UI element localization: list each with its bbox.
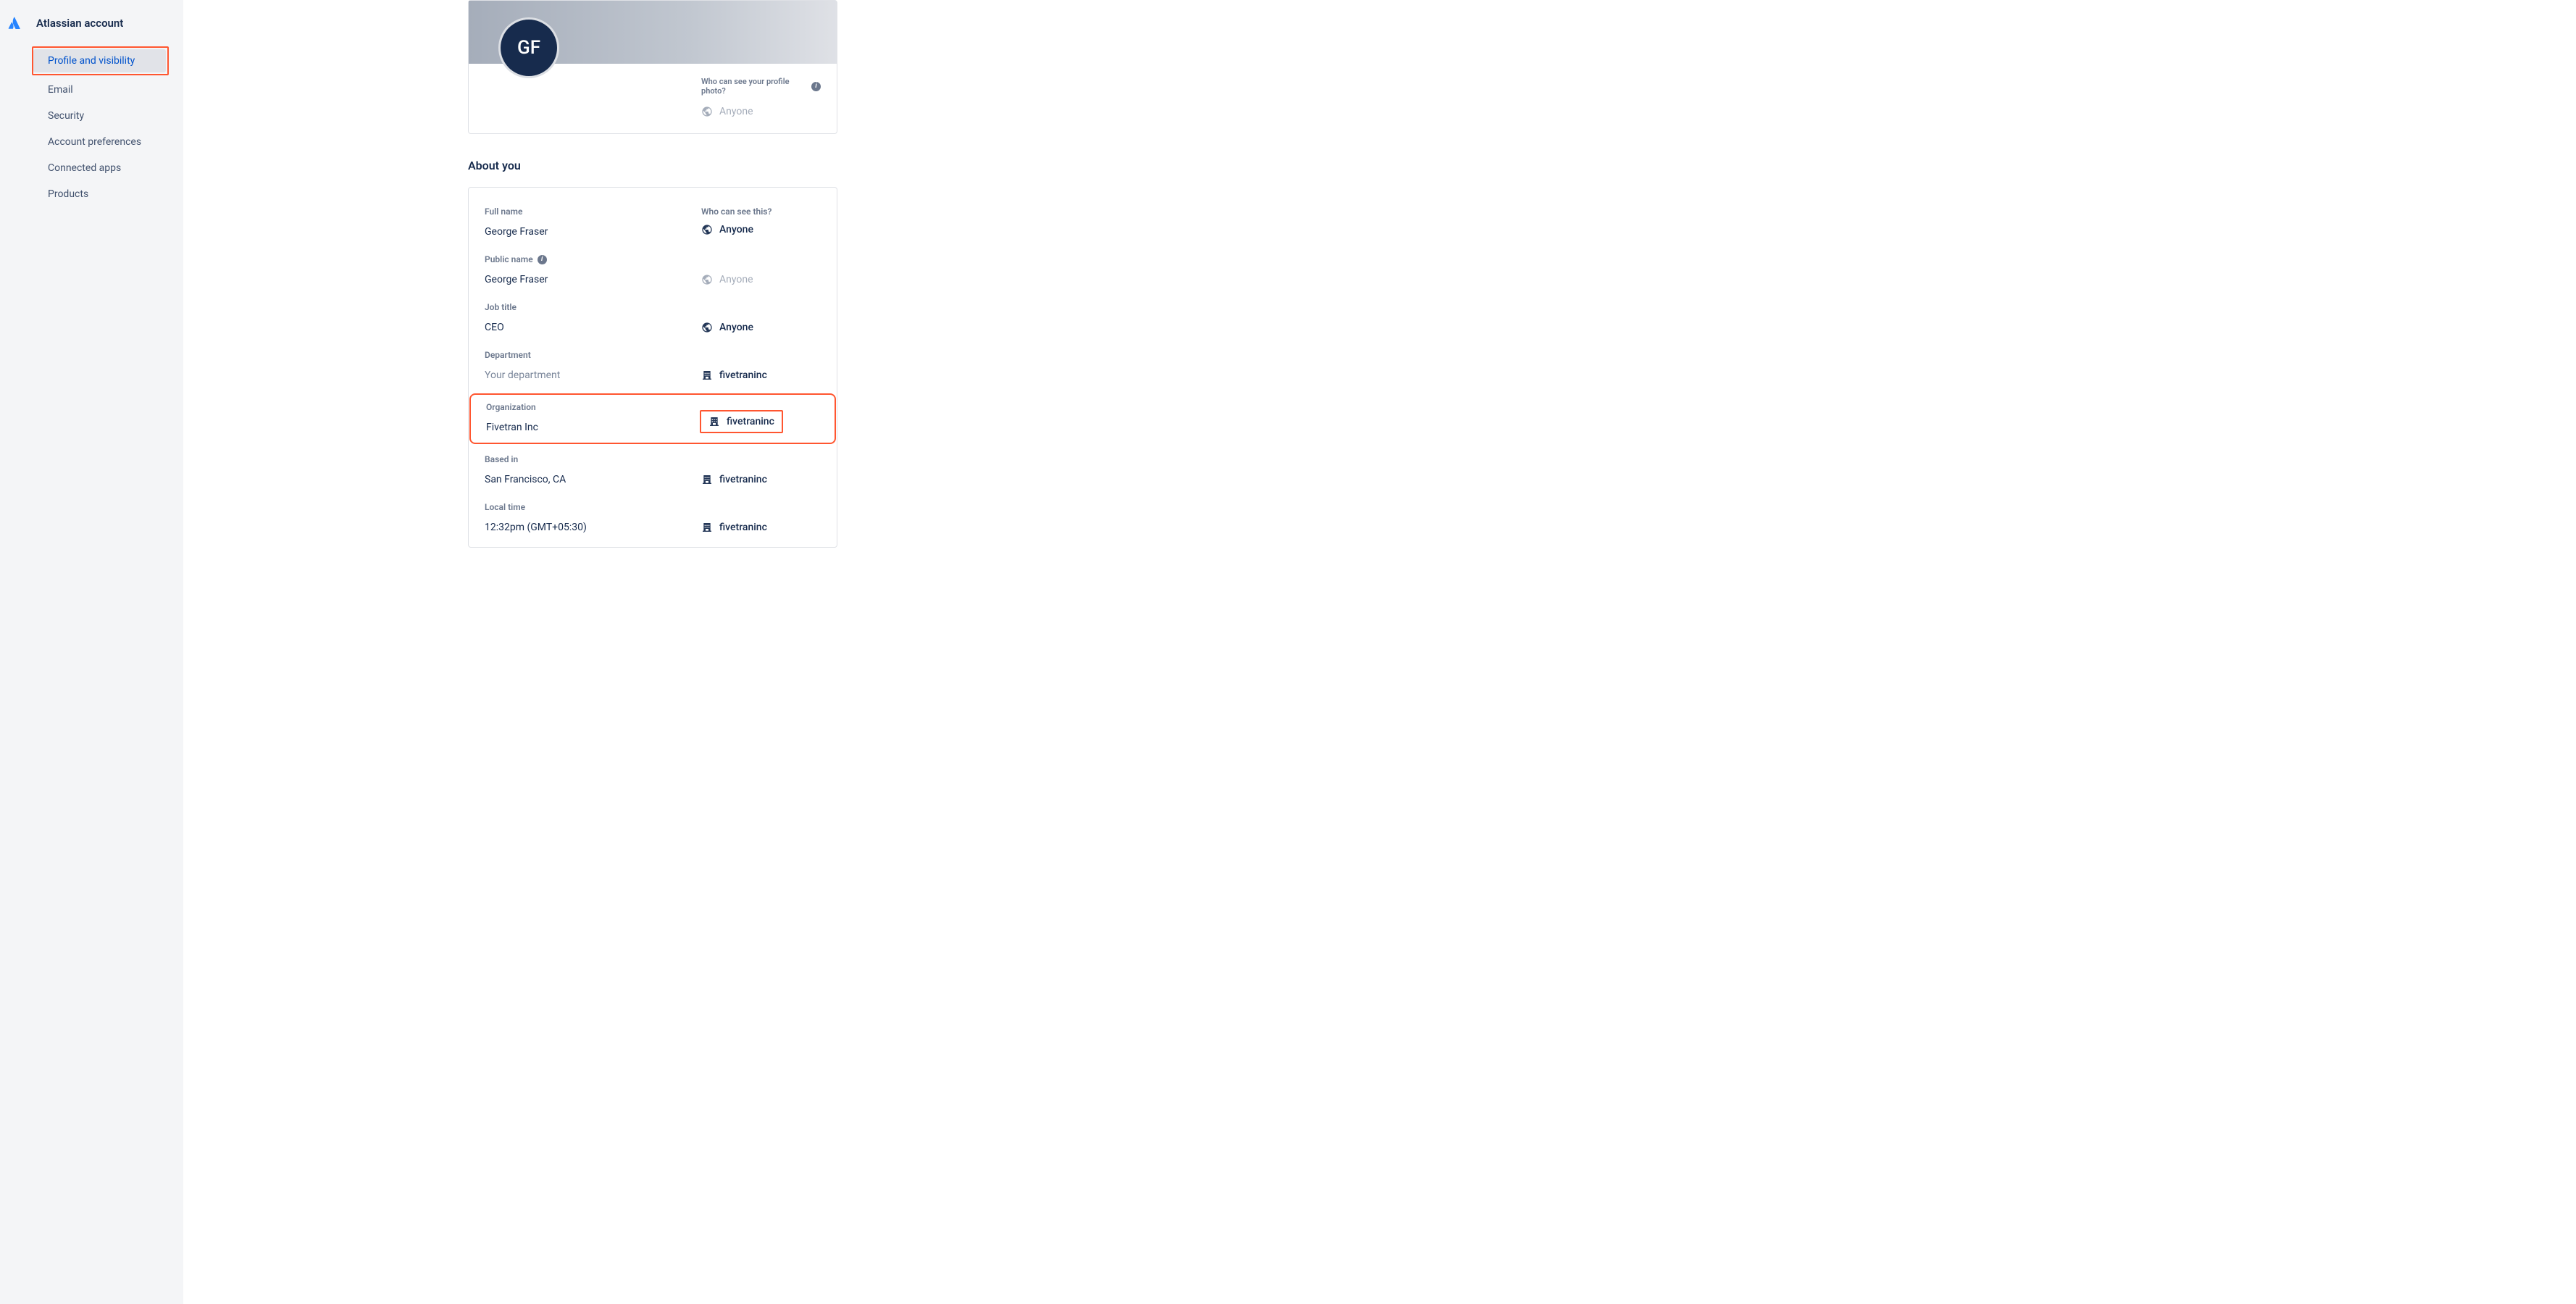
department-visibility[interactable]: fivetraninc xyxy=(701,369,767,381)
field-job-title: Job title CEO Anyone xyxy=(469,295,837,343)
main-content: GF Who can see your profile photo? i Any… xyxy=(183,0,2576,1304)
profile-header-background: GF xyxy=(469,1,837,64)
department-value[interactable]: Your department xyxy=(485,367,701,383)
profile-photo-card: GF Who can see your profile photo? i Any… xyxy=(468,0,837,134)
public-name-value[interactable]: George Fraser xyxy=(485,272,701,288)
local-time-label: Local time xyxy=(485,502,701,512)
full-name-visibility[interactable]: Anyone xyxy=(701,224,753,235)
based-in-value[interactable]: San Francisco, CA xyxy=(485,472,701,488)
field-full-name: Full name George Fraser Who can see this… xyxy=(469,199,837,247)
organization-visibility[interactable]: fivetraninc xyxy=(708,416,774,427)
sidebar-title: Atlassian account xyxy=(36,17,123,30)
field-public-name: Public name i George Fraser Anyone xyxy=(469,247,837,295)
sidebar-item-profile-visibility[interactable]: Profile and visibility xyxy=(33,49,166,72)
sidebar-item-products[interactable]: Products xyxy=(33,183,169,206)
photo-visibility-value[interactable]: Anyone xyxy=(701,106,821,117)
public-name-label: Public name i xyxy=(485,254,701,264)
job-title-visibility[interactable]: Anyone xyxy=(701,322,753,333)
job-title-label: Job title xyxy=(485,302,701,312)
about-you-heading: About you xyxy=(468,159,837,172)
globe-icon xyxy=(701,322,713,333)
atlassian-logo-icon xyxy=(6,14,23,32)
full-name-label: Full name xyxy=(485,206,701,217)
based-in-label: Based in xyxy=(485,454,701,464)
building-icon xyxy=(708,416,720,427)
building-icon xyxy=(701,474,713,485)
info-icon[interactable]: i xyxy=(538,255,547,264)
field-department: Department Your department fivetraninc xyxy=(469,343,837,390)
globe-icon xyxy=(701,106,713,117)
organization-label: Organization xyxy=(486,402,700,412)
field-organization-highlight: Organization Fivetran Inc fivetraninc xyxy=(469,393,836,444)
department-label: Department xyxy=(485,350,701,360)
sidebar-item-account-preferences[interactable]: Account preferences xyxy=(33,130,169,154)
globe-icon xyxy=(701,224,713,235)
who-can-see-label: Who can see this? xyxy=(701,206,771,217)
sidebar: Atlassian account Profile and visibility… xyxy=(0,0,183,1304)
globe-icon xyxy=(701,274,713,285)
public-name-visibility[interactable]: Anyone xyxy=(701,274,753,285)
field-organization: Organization Fivetran Inc fivetraninc xyxy=(471,395,835,443)
sidebar-item-highlight: Profile and visibility xyxy=(32,46,169,75)
organization-visibility-highlight: fivetraninc xyxy=(700,410,783,433)
sidebar-item-connected-apps[interactable]: Connected apps xyxy=(33,156,169,180)
info-icon[interactable]: i xyxy=(811,82,821,91)
sidebar-nav: Profile and visibility Email Security Ac… xyxy=(0,46,183,206)
field-local-time: Local time 12:32pm (GMT+05:30) fivetrani… xyxy=(469,495,837,543)
about-you-card: Full name George Fraser Who can see this… xyxy=(468,187,837,548)
sidebar-header: Atlassian account xyxy=(0,14,183,46)
photo-visibility-label: Who can see your profile photo? i xyxy=(701,77,821,96)
sidebar-item-email[interactable]: Email xyxy=(33,78,169,101)
organization-value[interactable]: Fivetran Inc xyxy=(486,419,700,435)
building-icon xyxy=(701,522,713,533)
local-time-visibility[interactable]: fivetraninc xyxy=(701,522,767,533)
field-based-in: Based in San Francisco, CA fivetraninc xyxy=(469,447,837,495)
building-icon xyxy=(701,369,713,381)
based-in-visibility[interactable]: fivetraninc xyxy=(701,474,767,485)
sidebar-item-security[interactable]: Security xyxy=(33,104,169,128)
full-name-value[interactable]: George Fraser xyxy=(485,224,701,240)
job-title-value[interactable]: CEO xyxy=(485,319,701,335)
avatar[interactable]: GF xyxy=(498,17,559,78)
local-time-value[interactable]: 12:32pm (GMT+05:30) xyxy=(485,519,701,535)
avatar-initials: GF xyxy=(517,37,540,59)
